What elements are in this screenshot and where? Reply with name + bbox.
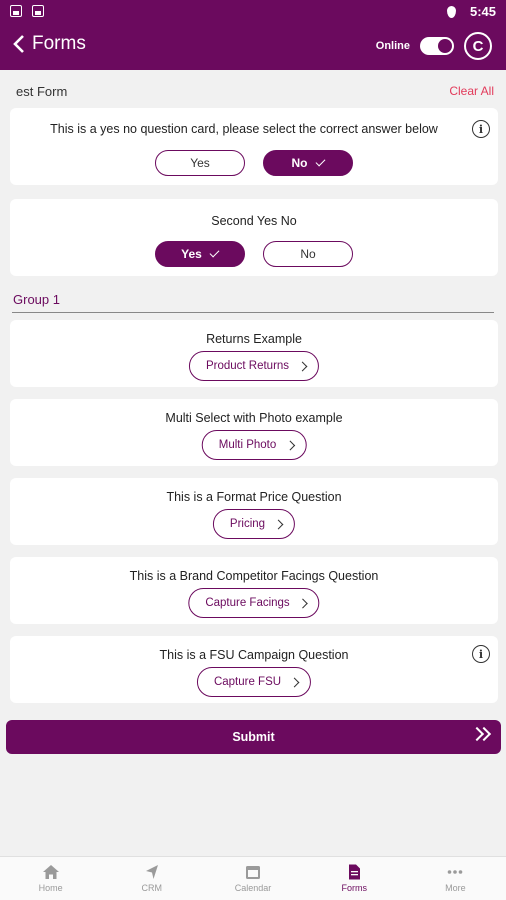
multi-photo-button[interactable]: Multi Photo <box>201 430 307 460</box>
yes-button-selected[interactable]: Yes <box>155 241 245 267</box>
no-button[interactable]: No <box>263 241 353 267</box>
clear-all-button[interactable]: Clear All <box>449 84 494 98</box>
online-toggle[interactable] <box>420 37 454 55</box>
navigation-arrow-icon <box>145 865 158 879</box>
question-text: This is a yes no question card, please s… <box>50 122 438 136</box>
nav-crm[interactable]: CRM <box>101 857 202 900</box>
capture-facings-button[interactable]: Capture Facings <box>188 588 320 618</box>
group-label: Group 1 <box>13 292 60 307</box>
facings-card: This is a Brand Competitor Facings Quest… <box>10 557 498 624</box>
home-icon <box>42 865 59 879</box>
gallery-notification-icon <box>32 5 44 17</box>
image-notification-icon <box>10 5 22 17</box>
form-header: est Form Clear All <box>16 82 494 102</box>
submit-button[interactable]: Submit <box>6 720 501 754</box>
no-button-selected[interactable]: No <box>263 150 353 176</box>
chevron-right-icon <box>284 440 295 450</box>
info-icon[interactable]: i <box>472 120 490 138</box>
nav-forms[interactable]: Forms <box>304 857 405 900</box>
bottom-nav: Home CRM Calendar Forms More <box>0 856 506 900</box>
form-name: est Form <box>16 84 68 99</box>
location-icon <box>446 5 456 18</box>
nav-calendar[interactable]: Calendar <box>202 857 303 900</box>
question-text: Returns Example <box>206 332 302 346</box>
pricing-button[interactable]: Pricing <box>212 509 296 539</box>
back-button[interactable]: Forms <box>10 33 86 55</box>
chevron-right-icon <box>298 598 309 608</box>
nav-home[interactable]: Home <box>0 857 101 900</box>
question-text: Second Yes No <box>211 214 297 228</box>
yes-no-card-2: Second Yes No Yes No <box>10 199 498 276</box>
app-bar: Forms Online C <box>0 24 506 70</box>
multi-photo-card: Multi Select with Photo example Multi Ph… <box>10 399 498 466</box>
double-chevron-right-icon <box>469 726 492 742</box>
document-icon <box>349 864 361 880</box>
yes-button[interactable]: Yes <box>155 150 245 176</box>
chevron-right-icon <box>289 677 300 687</box>
capture-fsu-button[interactable]: Capture FSU <box>196 667 312 697</box>
chevron-right-icon <box>273 519 284 529</box>
info-icon[interactable]: i <box>472 645 490 663</box>
fsu-card: This is a FSU Campaign Question i Captur… <box>10 636 498 703</box>
product-returns-button[interactable]: Product Returns <box>188 351 320 381</box>
avatar[interactable]: C <box>464 32 492 60</box>
question-text: This is a FSU Campaign Question <box>159 648 349 662</box>
status-time: 5:45 <box>469 4 496 19</box>
online-label: Online <box>375 40 410 52</box>
question-text: This is a Format Price Question <box>166 490 342 504</box>
page-title: Forms <box>32 33 86 54</box>
question-text: Multi Select with Photo example <box>165 411 343 425</box>
group-divider <box>12 312 494 313</box>
chevron-left-icon <box>13 35 24 53</box>
chevron-right-icon <box>297 361 308 371</box>
pricing-card: This is a Format Price Question Pricing <box>10 478 498 545</box>
nav-more[interactable]: More <box>405 857 506 900</box>
more-dots-icon <box>448 870 463 874</box>
returns-card: Returns Example Product Returns <box>10 320 498 387</box>
question-text: This is a Brand Competitor Facings Quest… <box>129 569 379 583</box>
status-bar: 5:45 <box>0 0 506 24</box>
calendar-icon <box>246 866 260 879</box>
check-icon <box>209 247 220 258</box>
check-icon <box>315 156 325 167</box>
yes-no-card-1: This is a yes no question card, please s… <box>10 108 498 185</box>
